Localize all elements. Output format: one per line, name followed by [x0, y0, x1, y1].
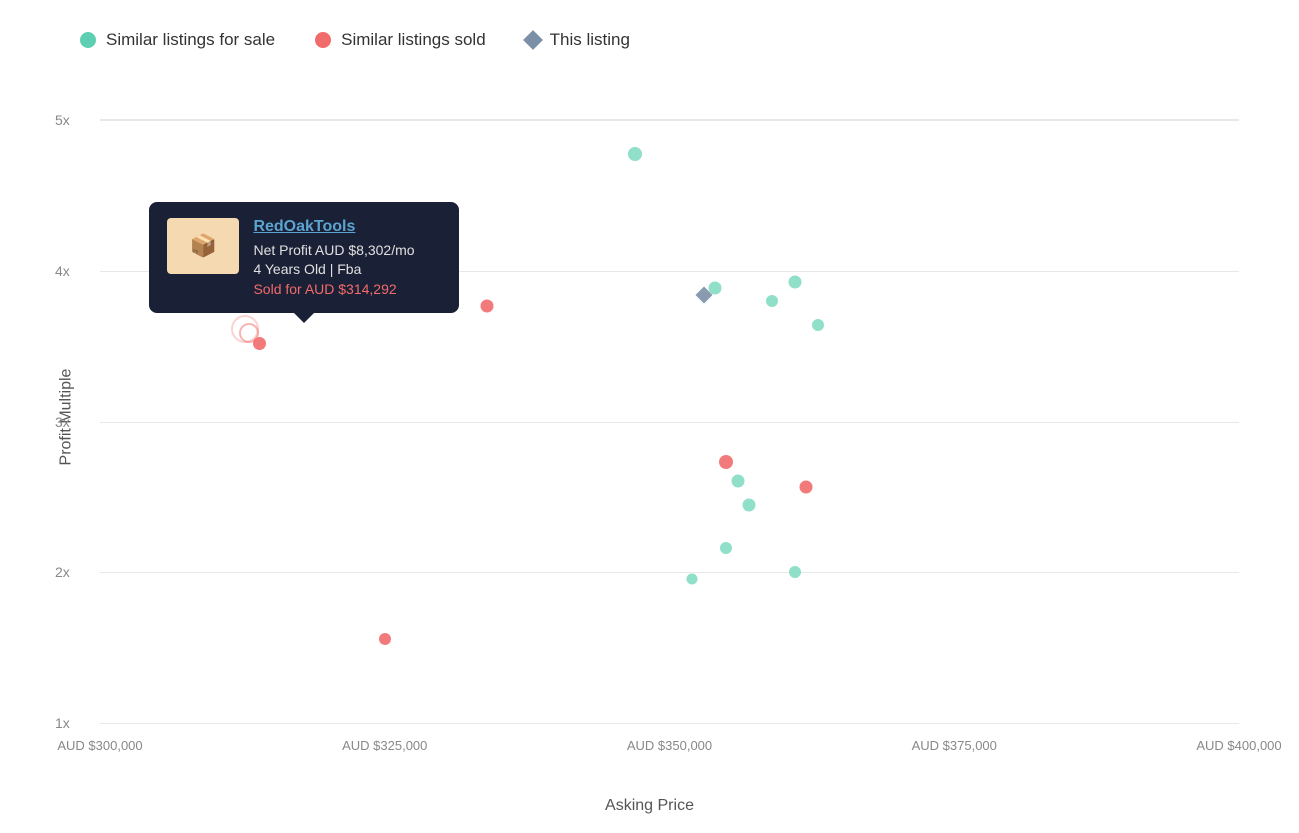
tooltip-title[interactable]: RedOakTools — [253, 218, 441, 236]
grid-line-3x — [100, 422, 1239, 423]
x-tick-375k: AUD $375,000 — [912, 738, 997, 753]
x-tick-300k: AUD $300,000 — [57, 738, 142, 753]
tooltip-age: 4 Years Old | Fba — [253, 261, 441, 277]
legend-sold-label: Similar listings sold — [341, 30, 486, 50]
green-dot-7[interactable] — [743, 498, 756, 511]
legend-for-sale-label: Similar listings for sale — [106, 30, 275, 50]
red-dot-2[interactable] — [481, 300, 494, 313]
x-tick-400k: AUD $400,000 — [1196, 738, 1281, 753]
green-dot-5[interactable] — [812, 319, 824, 331]
x-tick-325k: AUD $325,000 — [342, 738, 427, 753]
legend-green-dot-icon — [80, 32, 96, 48]
grid-line-5x — [100, 120, 1239, 121]
tooltip-info: RedOakTools Net Profit AUD $8,302/mo 4 Y… — [253, 218, 441, 297]
green-dot-4[interactable] — [788, 275, 801, 288]
red-dot-5[interactable] — [379, 633, 391, 645]
legend-for-sale: Similar listings for sale — [80, 30, 275, 50]
green-dot-1[interactable] — [628, 147, 642, 161]
legend-sold: Similar listings sold — [315, 30, 486, 50]
tooltip-net-profit: Net Profit AUD $8,302/mo — [253, 242, 441, 258]
green-dot-9[interactable] — [687, 574, 698, 585]
chart-legend: Similar listings for sale Similar listin… — [80, 30, 630, 50]
y-tick-1x: 1x — [55, 715, 70, 731]
grid-line-2x — [100, 572, 1239, 573]
green-dot-8[interactable] — [720, 542, 732, 554]
green-dot-3[interactable] — [766, 295, 778, 307]
red-dot-3[interactable] — [719, 455, 733, 469]
tooltip-content: 📦 RedOakTools Net Profit AUD $8,302/mo 4… — [167, 218, 441, 297]
red-dot-hovered[interactable] — [253, 337, 266, 350]
y-tick-5x: 5x — [55, 112, 70, 128]
grid-line-1x — [100, 723, 1239, 724]
red-dot-4[interactable] — [800, 480, 813, 493]
tooltip-thumbnail: 📦 — [167, 218, 239, 274]
y-tick-4x: 4x — [55, 263, 70, 279]
chart-container: Similar listings for sale Similar listin… — [0, 0, 1299, 833]
tooltip-icon: 📦 — [190, 233, 217, 259]
legend-red-dot-icon — [315, 32, 331, 48]
scatter-plot-area: 5x 4x 3x 2x 1x AUD $300,000 AUD $325,000… — [100, 120, 1239, 723]
x-tick-350k: AUD $350,000 — [627, 738, 712, 753]
x-axis-label: Asking Price — [605, 797, 694, 815]
green-dot-10[interactable] — [789, 566, 801, 578]
tooltip-sold: Sold for AUD $314,292 — [253, 281, 441, 297]
listing-tooltip: 📦 RedOakTools Net Profit AUD $8,302/mo 4… — [149, 202, 459, 313]
green-dot-6[interactable] — [731, 474, 744, 487]
legend-diamond-icon — [523, 30, 543, 50]
y-tick-2x: 2x — [55, 564, 70, 580]
y-tick-3x: 3x — [55, 414, 70, 430]
legend-this-label: This listing — [550, 30, 630, 50]
legend-this-listing: This listing — [526, 30, 630, 50]
